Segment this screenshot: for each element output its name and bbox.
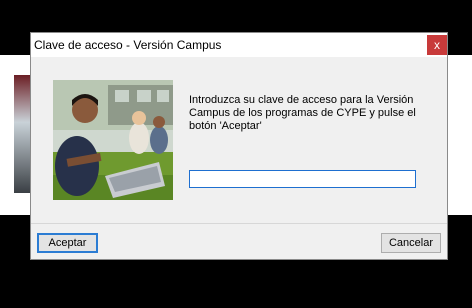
title-bar: Clave de acceso - Versión Campus x xyxy=(31,33,447,57)
cancel-button[interactable]: Cancelar xyxy=(381,233,441,253)
access-key-dialog: Clave de acceso - Versión Campus x Intro… xyxy=(30,32,448,260)
close-icon: x xyxy=(434,38,440,52)
dialog-title: Clave de acceso - Versión Campus xyxy=(34,38,222,52)
close-button[interactable]: x xyxy=(427,35,447,55)
accept-button[interactable]: Aceptar xyxy=(37,233,98,253)
access-key-input[interactable] xyxy=(189,170,416,188)
student-photo xyxy=(53,80,173,200)
instructions-text: Introduzca su clave de acceso para la Ve… xyxy=(189,94,416,132)
button-separator xyxy=(31,223,447,224)
